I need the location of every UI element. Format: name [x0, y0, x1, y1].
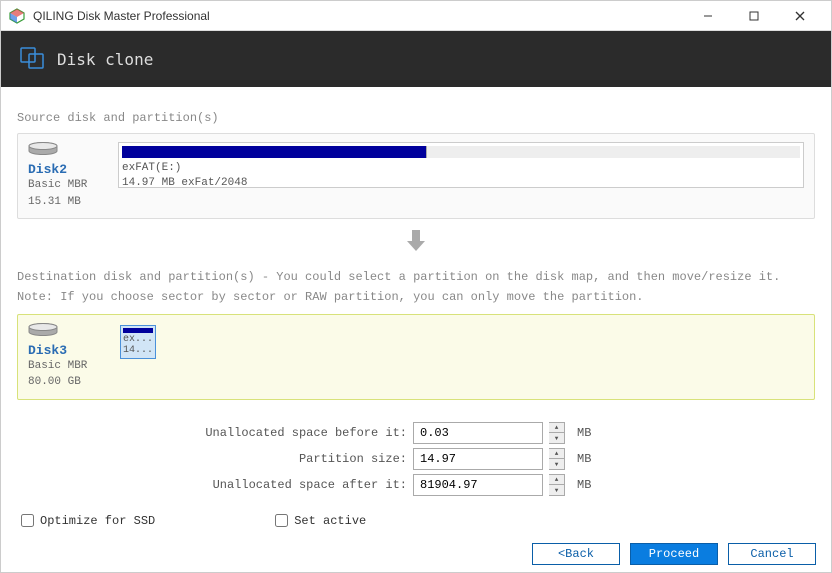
spin-up-icon[interactable]: ▲ — [549, 423, 564, 434]
optimize-ssd-input[interactable] — [21, 514, 34, 527]
dest-note: Note: If you choose sector by sector or … — [17, 287, 815, 307]
source-partition-label: exFAT(E:) — [122, 161, 800, 176]
dest-disk-size: 80.00 GB — [28, 374, 108, 391]
down-arrow-icon — [17, 229, 815, 257]
after-label: Unallocated space after it: — [17, 478, 407, 492]
cancel-button[interactable]: Cancel — [728, 543, 816, 565]
spin-up-icon[interactable]: ▲ — [549, 449, 564, 460]
dest-partition-label1: ex... — [123, 334, 153, 345]
dest-label: Destination disk and partition(s) - You … — [17, 267, 815, 287]
source-disk-type: Basic MBR — [28, 177, 108, 194]
source-partition-bar — [122, 146, 427, 158]
size-label: Partition size: — [17, 452, 407, 466]
page-title: Disk clone — [57, 50, 153, 69]
spin-down-icon[interactable]: ▼ — [549, 459, 564, 469]
source-partition-detail: 14.97 MB exFat/2048 — [122, 176, 800, 191]
before-input[interactable] — [413, 422, 543, 444]
disk-clone-icon — [19, 44, 45, 74]
dest-partition-block[interactable]: ex... 14... — [120, 325, 156, 359]
source-label: Source disk and partition(s) — [17, 111, 815, 125]
app-logo-icon — [9, 8, 25, 24]
spin-down-icon[interactable]: ▼ — [549, 485, 564, 495]
source-partition-map[interactable]: exFAT(E:) 14.97 MB exFat/2048 — [118, 142, 804, 188]
after-unit: MB — [577, 478, 591, 492]
dest-disk-type: Basic MBR — [28, 358, 108, 375]
dest-disk-name: Disk3 — [28, 343, 108, 358]
set-active-input[interactable] — [275, 514, 288, 527]
disk-icon — [28, 142, 108, 160]
dest-partition-label2: 14... — [123, 345, 153, 356]
source-disk-size: 15.31 MB — [28, 194, 108, 211]
source-disk-panel[interactable]: Disk2 Basic MBR 15.31 MB exFAT(E:) 14.97… — [17, 133, 815, 219]
window-title: QILING Disk Master Professional — [33, 9, 685, 23]
optimize-ssd-checkbox[interactable]: Optimize for SSD — [21, 514, 155, 528]
before-spinner[interactable]: ▲▼ — [549, 422, 565, 444]
set-active-checkbox[interactable]: Set active — [275, 514, 366, 528]
spin-up-icon[interactable]: ▲ — [549, 475, 564, 486]
size-input[interactable] — [413, 448, 543, 470]
after-input[interactable] — [413, 474, 543, 496]
disk-icon — [28, 323, 108, 341]
size-spinner[interactable]: ▲▼ — [549, 448, 565, 470]
spin-down-icon[interactable]: ▼ — [549, 433, 564, 443]
maximize-button[interactable] — [731, 1, 777, 31]
proceed-button[interactable]: Proceed — [630, 543, 718, 565]
before-label: Unallocated space before it: — [17, 426, 407, 440]
after-spinner[interactable]: ▲▼ — [549, 474, 565, 496]
before-unit: MB — [577, 426, 591, 440]
set-active-label: Set active — [294, 514, 366, 528]
minimize-button[interactable] — [685, 1, 731, 31]
close-button[interactable] — [777, 1, 823, 31]
source-disk-name: Disk2 — [28, 162, 108, 177]
optimize-ssd-label: Optimize for SSD — [40, 514, 155, 528]
size-unit: MB — [577, 452, 591, 466]
back-button[interactable]: <Back — [532, 543, 620, 565]
page-header: Disk clone — [1, 31, 831, 87]
dest-disk-panel[interactable]: Disk3 Basic MBR 80.00 GB ex... 14... — [17, 314, 815, 400]
title-bar: QILING Disk Master Professional — [1, 1, 831, 31]
